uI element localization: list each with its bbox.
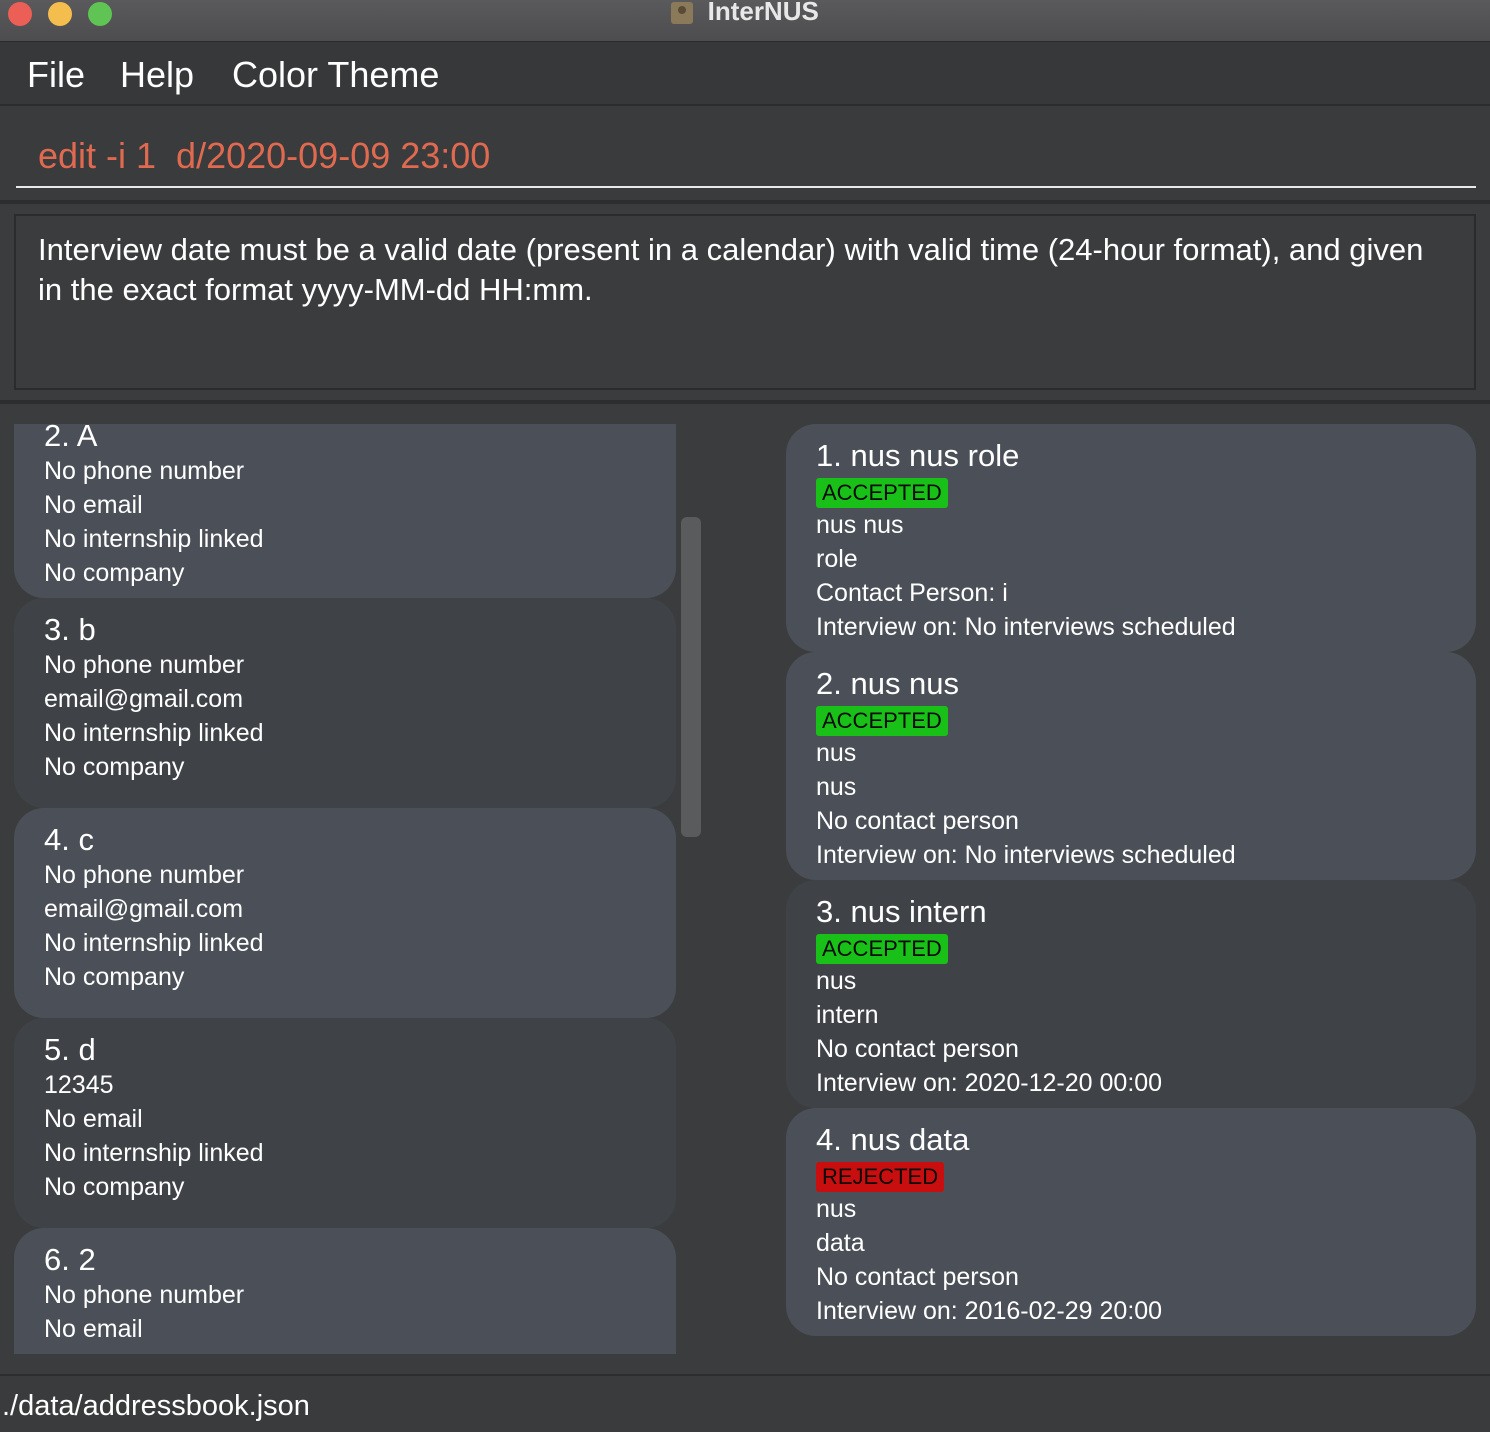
app-window: InterNUS File Help Color Theme Interview… xyxy=(0,0,1490,1432)
app-icon xyxy=(671,1,694,24)
internship-interview: Interview on: 2020-12-20 00:00 xyxy=(816,1069,1163,1097)
person-email: email@gmail.com xyxy=(44,895,244,923)
window-title: InterNUS xyxy=(707,0,819,26)
person-card[interactable]: 2. A No phone number No email No interns… xyxy=(14,424,676,598)
menu-file[interactable]: File xyxy=(27,54,85,96)
internship-interview: Interview on: No interviews scheduled xyxy=(816,841,1236,869)
person-card[interactable]: 5. d 12345 No email No internship linked… xyxy=(14,1018,676,1228)
divider xyxy=(0,200,1490,204)
person-email: email@gmail.com xyxy=(44,685,244,713)
status-badge: ACCEPTED xyxy=(816,934,948,964)
person-name: 4. c xyxy=(44,822,94,857)
person-name: 2. A xyxy=(44,424,98,453)
result-display: Interview date must be a valid date (pre… xyxy=(14,214,1476,390)
person-company: No company xyxy=(44,753,185,781)
internship-role: role xyxy=(816,545,858,573)
command-box xyxy=(0,106,1490,202)
status-bar: ./data/addressbook.json xyxy=(0,1374,1490,1432)
internship-role: nus xyxy=(816,773,857,801)
person-list[interactable]: 2. A No phone number No email No interns… xyxy=(14,424,676,1354)
internship-company: nus xyxy=(816,739,857,767)
person-card[interactable]: 6. 2 No phone number No email xyxy=(14,1228,676,1354)
person-company: No company xyxy=(44,1173,185,1201)
person-internship: No internship linked xyxy=(44,929,264,957)
internship-title: 4. nus data xyxy=(816,1122,970,1157)
internship-title: 1. nus nus role xyxy=(816,438,1020,473)
internship-contact: No contact person xyxy=(816,1263,1019,1291)
status-badge: REJECTED xyxy=(816,1162,945,1192)
internship-list[interactable]: 1. nus nus role ACCEPTED nus nus role Co… xyxy=(786,424,1476,1344)
person-name: 5. d xyxy=(44,1032,96,1067)
person-phone: No phone number xyxy=(44,651,245,679)
command-input[interactable] xyxy=(16,126,1476,188)
person-phone: No phone number xyxy=(44,1281,245,1309)
person-phone: No phone number xyxy=(44,861,245,889)
status-badge: ACCEPTED xyxy=(816,706,948,736)
person-email: No email xyxy=(44,491,143,519)
person-name: 6. 2 xyxy=(44,1242,96,1277)
result-text: Interview date must be a valid date (pre… xyxy=(38,232,1424,307)
internship-title: 3. nus intern xyxy=(816,894,987,929)
person-name: 3. b xyxy=(44,612,96,647)
person-email: No email xyxy=(44,1315,143,1343)
internship-company: nus xyxy=(816,967,857,995)
person-company: No company xyxy=(44,559,185,587)
menu-bar: File Help Color Theme xyxy=(0,42,1490,106)
title-bar: InterNUS xyxy=(0,0,1490,42)
status-badge: ACCEPTED xyxy=(816,478,948,508)
person-internship: No internship linked xyxy=(44,719,264,747)
menu-help[interactable]: Help xyxy=(120,54,194,96)
internship-contact: No contact person xyxy=(816,1035,1019,1063)
internship-card[interactable]: 4. nus data REJECTED nus data No contact… xyxy=(786,1108,1476,1336)
internship-card[interactable]: 2. nus nus ACCEPTED nus nus No contact p… xyxy=(786,652,1476,880)
internship-contact: Contact Person: i xyxy=(816,579,1008,607)
window-title-group: InterNUS xyxy=(0,0,1490,28)
internship-card[interactable]: 1. nus nus role ACCEPTED nus nus role Co… xyxy=(786,424,1476,652)
person-phone: No phone number xyxy=(44,457,245,485)
internship-company: nus xyxy=(816,1195,857,1223)
data-file-path: ./data/addressbook.json xyxy=(2,1390,310,1422)
person-card[interactable]: 3. b No phone number email@gmail.com No … xyxy=(14,598,676,808)
person-internship: No internship linked xyxy=(44,525,264,553)
person-card[interactable]: 4. c No phone number email@gmail.com No … xyxy=(14,808,676,1018)
internship-role: intern xyxy=(816,1001,879,1029)
menu-color-theme[interactable]: Color Theme xyxy=(232,54,439,96)
internship-card[interactable]: 3. nus intern ACCEPTED nus intern No con… xyxy=(786,880,1476,1108)
internship-role: data xyxy=(816,1229,865,1257)
divider xyxy=(0,400,1490,404)
internship-interview: Interview on: 2016-02-29 20:00 xyxy=(816,1297,1163,1325)
internship-interview: Interview on: No interviews scheduled xyxy=(816,613,1236,641)
internship-contact: No contact person xyxy=(816,807,1019,835)
person-email: No email xyxy=(44,1105,143,1133)
person-phone: 12345 xyxy=(44,1071,114,1099)
person-list-scrollbar[interactable] xyxy=(681,517,701,837)
internship-company: nus nus xyxy=(816,511,904,539)
person-internship: No internship linked xyxy=(44,1139,264,1167)
internship-title: 2. nus nus xyxy=(816,666,960,701)
person-company: No company xyxy=(44,963,185,991)
